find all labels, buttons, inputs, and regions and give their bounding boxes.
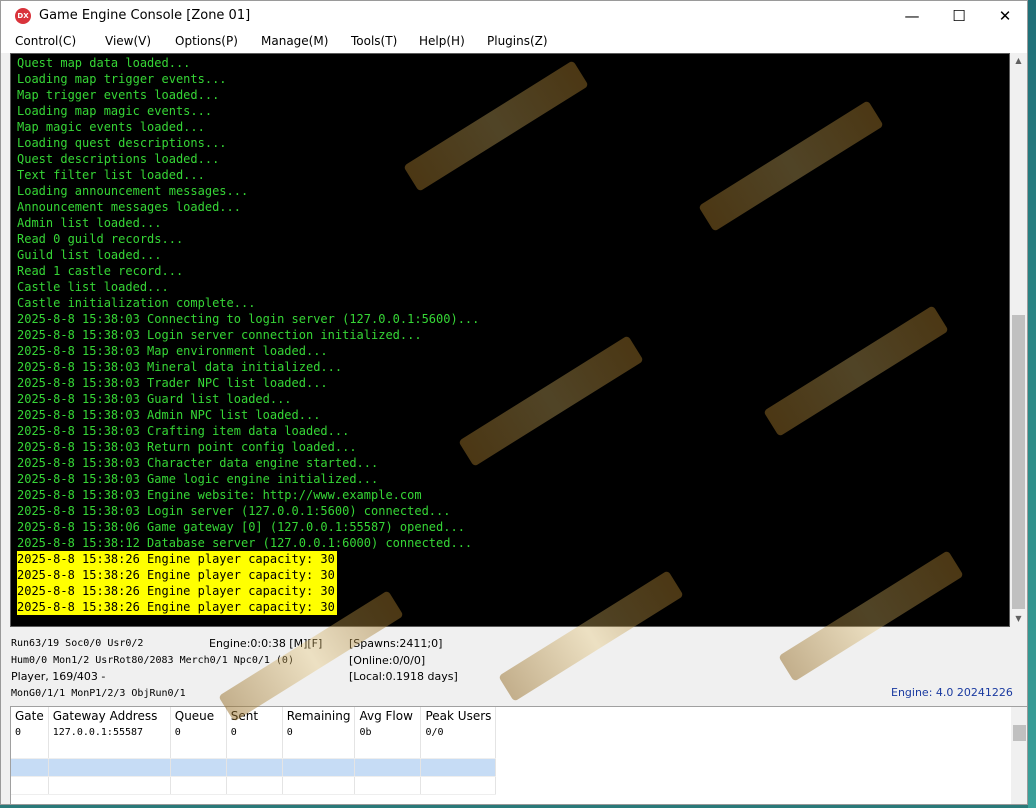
gateway-header-row: Gate Gateway Address Queue Sent Remainin… <box>11 707 497 724</box>
status-human: Hum0/0 Mon1/2 UsrRot80/2083 Merch0/1 Npc… <box>11 655 294 666</box>
col-address[interactable]: Gateway Address <box>48 707 171 724</box>
scroll-thumb[interactable] <box>1012 315 1025 609</box>
log-line: Castle list loaded... <box>17 280 169 294</box>
cell-peak: 0/0 <box>420 724 497 740</box>
col-peak[interactable]: Peak Users <box>420 707 497 724</box>
status-spawns: [Spawns:2411;0] <box>349 637 443 650</box>
log-line: 2025-8-8 15:38:12 Database server (127.0… <box>17 536 473 550</box>
log-line: 2025-8-8 15:38:03 Return point config lo… <box>17 440 357 454</box>
gateway-scroll-thumb[interactable] <box>1013 725 1026 741</box>
log-line: 2025-8-8 15:38:03 Connecting to login se… <box>17 312 480 326</box>
menu-options[interactable]: Options(P) <box>175 34 238 48</box>
table-row-selected[interactable] <box>11 757 497 777</box>
log-line: 2025-8-8 15:38:06 Game gateway [0] (127.… <box>17 520 465 534</box>
table-row-empty[interactable] <box>11 776 497 795</box>
log-line: 2025-8-8 15:38:03 Mineral data initializ… <box>17 360 343 374</box>
menu-bar: Control(C) View(V) Options(P) Manage(M) … <box>1 31 1027 53</box>
status-local: [Local:0.1918 days] <box>349 670 458 683</box>
table-row-empty[interactable] <box>11 740 497 759</box>
log-line: 2025-8-8 15:38:03 Map environment loaded… <box>17 344 328 358</box>
cell-address: 127.0.0.1:55587 <box>48 724 171 740</box>
log-line: Map trigger events loaded... <box>17 88 220 102</box>
log-line: Loading announcement messages... <box>17 184 249 198</box>
log-line: Text filter list loaded... <box>17 168 205 182</box>
status-monsters: MonG0/1/1 MonP1/2/3 ObjRun0/1 <box>11 688 186 699</box>
cell-sent: 0 <box>226 724 283 740</box>
log-line: Guild list loaded... <box>17 248 162 262</box>
main-window: DX Game Engine Console [Zone 01] — ☐ ✕ C… <box>0 0 1028 805</box>
desktop-background <box>1028 0 1036 808</box>
log-line: 2025-8-8 15:38:03 Admin NPC list loaded.… <box>17 408 321 422</box>
menu-help[interactable]: Help(H) <box>419 34 465 48</box>
log-line: Castle initialization complete... <box>17 296 256 310</box>
cell-remaining: 0 <box>282 724 356 740</box>
log-line: 2025-8-8 15:38:03 Game logic engine init… <box>17 472 379 486</box>
col-queue[interactable]: Queue <box>170 707 227 724</box>
status-engine-time: Engine:0:0:38 [M][F] <box>209 637 323 650</box>
status-run: Run63/19 Soc0/0 Usr0/2 <box>11 638 144 649</box>
app-icon: DX <box>15 8 31 24</box>
title-bar: DX Game Engine Console [Zone 01] — ☐ ✕ <box>1 1 1027 31</box>
log-line: Loading map trigger events... <box>17 72 227 86</box>
cell-queue: 0 <box>170 724 227 740</box>
col-avg-flow[interactable]: Avg Flow <box>354 707 422 724</box>
log-line: 2025-8-8 15:38:03 Login server connectio… <box>17 328 422 342</box>
log-line: Quest descriptions loaded... <box>17 152 220 166</box>
log-scrollbar[interactable]: ▲ ▼ <box>1010 53 1027 627</box>
scroll-up-icon[interactable]: ▲ <box>1010 53 1027 69</box>
status-player: Player, 169/403 - <box>11 670 106 683</box>
log-line: 2025-8-8 15:38:03 Guard list loaded... <box>17 392 292 406</box>
log-line: Announcement messages loaded... <box>17 200 241 214</box>
col-sent[interactable]: Sent <box>226 707 283 724</box>
gateway-table: Gate Gateway Address Queue Sent Remainin… <box>11 707 497 795</box>
status-panel: Run63/19 Soc0/0 Usr0/2 Engine:0:0:38 [M]… <box>1 633 1027 705</box>
cell-avg-flow: 0b <box>354 724 422 740</box>
engine-version: Engine: 4.0 20241226 <box>891 686 1013 699</box>
status-online: [Online:0/0/0] <box>349 654 426 667</box>
log-line: 2025-8-8 15:38:03 Engine website: http:/… <box>17 488 422 502</box>
log-line-highlighted: 2025-8-8 15:38:26 Engine player capacity… <box>17 551 337 567</box>
log-line: Quest map data loaded... <box>17 56 191 70</box>
gateway-scrollbar[interactable] <box>1011 707 1027 804</box>
log-line: Read 0 guild records... <box>17 232 184 246</box>
log-line: 2025-8-8 15:38:03 Crafting item data loa… <box>17 424 350 438</box>
scroll-down-icon[interactable]: ▼ <box>1010 611 1027 627</box>
log-line-highlighted: 2025-8-8 15:38:26 Engine player capacity… <box>17 599 337 615</box>
col-gate[interactable]: Gate <box>11 707 49 724</box>
log-line: Map magic events loaded... <box>17 120 205 134</box>
log-line: Loading quest descriptions... <box>17 136 227 150</box>
menu-control[interactable]: Control(C) <box>15 34 76 48</box>
window-title: Game Engine Console [Zone 01] <box>39 8 251 23</box>
menu-plugins[interactable]: Plugins(Z) <box>487 34 548 48</box>
log-line: Read 1 castle record... <box>17 264 184 278</box>
log-line-highlighted: 2025-8-8 15:38:26 Engine player capacity… <box>17 567 337 583</box>
menu-view[interactable]: View(V) <box>105 34 151 48</box>
cell-gate: 0 <box>11 724 49 740</box>
log-lines: Quest map data loaded... Loading map trig… <box>17 55 479 615</box>
close-icon[interactable]: ✕ <box>982 1 1027 31</box>
log-line: Loading map magic events... <box>17 104 213 118</box>
table-row[interactable]: 0 127.0.0.1:55587 0 0 0 0b 0/0 <box>11 724 497 740</box>
log-console[interactable]: Quest map data loaded... Loading map trig… <box>10 53 1010 627</box>
menu-manage[interactable]: Manage(M) <box>261 34 328 48</box>
log-line: 2025-8-8 15:38:03 Trader NPC list loaded… <box>17 376 328 390</box>
log-line: 2025-8-8 15:38:03 Character data engine … <box>17 456 379 470</box>
log-line: 2025-8-8 15:38:03 Login server (127.0.0.… <box>17 504 451 518</box>
log-line-highlighted: 2025-8-8 15:38:26 Engine player capacity… <box>17 583 337 599</box>
col-remaining[interactable]: Remaining <box>282 707 356 724</box>
minimize-icon[interactable]: — <box>889 1 935 31</box>
menu-tools[interactable]: Tools(T) <box>351 34 397 48</box>
gateway-table-panel: Gate Gateway Address Queue Sent Remainin… <box>10 706 1027 804</box>
log-line: Admin list loaded... <box>17 216 162 230</box>
maximize-icon[interactable]: ☐ <box>936 1 982 31</box>
